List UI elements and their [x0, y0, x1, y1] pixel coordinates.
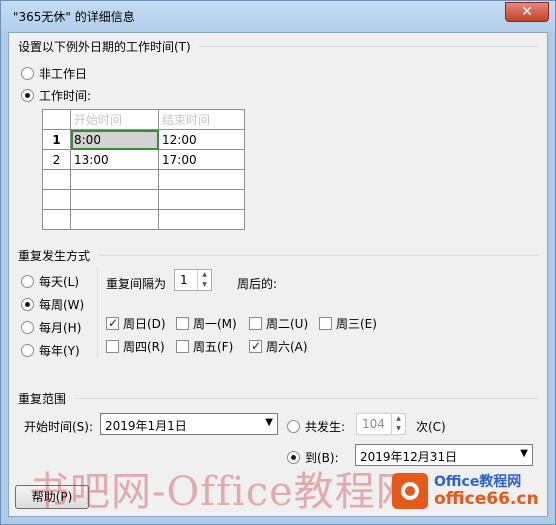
watermark-logo: Office教程网 office66.cn — [392, 473, 539, 509]
occurrences-stepper[interactable]: 104 ▲ ▼ — [356, 413, 406, 435]
radio-occurrences[interactable]: 共发生: — [287, 418, 345, 435]
end-time-cell[interactable]: 17:00 — [158, 149, 245, 170]
radio-yearly-label: 每年(Y) — [39, 344, 80, 358]
radio-indicator — [21, 298, 34, 311]
radio-nonworking-label: 非工作日 — [39, 67, 88, 81]
checkbox-sunday-label: 周日(D) — [123, 317, 166, 331]
start-date-label: 开始时间(S): — [24, 420, 94, 434]
row-number[interactable]: 1 — [42, 129, 71, 150]
radio-indicator — [21, 344, 34, 357]
recurrence-heading: 重复发生方式 — [18, 249, 91, 263]
end-time-cell[interactable]: 12:00 — [158, 129, 245, 150]
end-time-cell[interactable] — [158, 189, 245, 210]
table-row: 1 8:00 12:00 — [42, 129, 245, 150]
checkbox-saturday[interactable]: 周六(A) — [249, 338, 308, 355]
radio-weekly-label: 每周(W) — [39, 298, 85, 312]
table-corner — [42, 109, 71, 130]
radio-indicator — [21, 321, 34, 334]
table-row — [42, 169, 245, 190]
row-number[interactable] — [42, 189, 71, 210]
start-time-cell[interactable] — [70, 189, 159, 210]
dropdown-arrow-icon[interactable]: ▼ — [265, 417, 273, 428]
checkbox-saturday-label: 周六(A) — [266, 340, 308, 354]
spin-arrows-icon[interactable]: ▲ ▼ — [391, 414, 405, 434]
radio-monthly[interactable]: 每月(H) — [21, 319, 81, 336]
close-button[interactable]: ✕ — [505, 2, 549, 22]
radio-occurrences-label: 共发生: — [305, 420, 346, 434]
row-number[interactable] — [42, 169, 71, 190]
checkbox-monday-label: 周一(M) — [193, 317, 237, 331]
radio-indicator — [21, 89, 34, 102]
checkbox-box — [319, 317, 332, 330]
checkbox-monday[interactable]: 周一(M) — [176, 315, 237, 332]
title-bar: "365无休" 的详细信息 ✕ — [1, 1, 555, 32]
interval-suffix: 周后的: — [237, 277, 278, 291]
section-divider — [97, 267, 98, 359]
radio-yearly[interactable]: 每年(Y) — [21, 342, 80, 359]
logo-line-1: Office教程网 — [434, 474, 522, 490]
radio-indicator — [21, 67, 34, 80]
checkbox-box — [106, 340, 119, 353]
start-time-cell[interactable]: 8:00 — [70, 129, 159, 150]
spin-arrows-icon[interactable]: ▲ ▼ — [197, 270, 211, 290]
table-row — [42, 189, 245, 210]
occurrences-suffix: 次(C) — [416, 420, 446, 434]
start-time-cell[interactable] — [70, 169, 159, 190]
checkbox-tuesday[interactable]: 周二(U) — [249, 315, 308, 332]
radio-working-label: 工作时间: — [39, 89, 92, 103]
checkbox-box — [176, 340, 189, 353]
dialog-body: 设置以下例外日期的工作时间(T) 非工作日 工作时间: 开始时间 结束时间 1 … — [8, 32, 548, 517]
occurrences-value: 104 — [362, 417, 385, 431]
office-logo-icon — [392, 473, 428, 509]
interval-label: 重复间隔为 — [106, 277, 167, 291]
exception-heading: 设置以下例外日期的工作时间(T) — [18, 40, 191, 54]
radio-monthly-label: 每月(H) — [39, 321, 82, 335]
checkbox-box — [106, 316, 119, 330]
checkbox-tuesday-label: 周二(U) — [266, 317, 309, 331]
checkbox-box — [249, 339, 262, 353]
column-header-start: 开始时间 — [70, 109, 159, 130]
radio-indicator — [21, 275, 34, 288]
range-heading: 重复范围 — [18, 392, 67, 406]
table-header-row: 开始时间 结束时间 — [42, 109, 245, 130]
dropdown-arrow-icon[interactable]: ▼ — [520, 448, 528, 459]
checkbox-box — [176, 317, 189, 330]
start-time-cell[interactable] — [70, 209, 159, 230]
table-row — [42, 209, 245, 230]
radio-daily-label: 每天(L) — [39, 275, 80, 289]
checkbox-wednesday[interactable]: 周三(E) — [319, 315, 377, 332]
start-date-picker[interactable]: 2019年1月1日 ▼ — [100, 413, 278, 435]
section-divider — [199, 46, 539, 47]
checkbox-box — [249, 317, 262, 330]
checkbox-wednesday-label: 周三(E) — [336, 317, 377, 331]
end-time-cell[interactable] — [158, 209, 245, 230]
dialog-window: "365无休" 的详细信息 ✕ 设置以下例外日期的工作时间(T) 非工作日 工作… — [0, 0, 556, 525]
checkbox-sunday[interactable]: 周日(D) — [106, 315, 166, 332]
section-divider — [75, 398, 539, 399]
watermark-text: 书吧网-Office教程网 — [29, 469, 417, 515]
radio-working-time[interactable]: 工作时间: — [21, 87, 91, 104]
radio-indicator — [287, 420, 300, 433]
column-header-end: 结束时间 — [158, 109, 245, 130]
working-hours-table: 开始时间 结束时间 1 8:00 12:00 2 13:00 17:00 — [42, 109, 245, 230]
checkbox-friday-label: 周五(F) — [193, 340, 234, 354]
radio-nonworking-day[interactable]: 非工作日 — [21, 65, 87, 82]
checkbox-friday[interactable]: 周五(F) — [176, 338, 233, 355]
row-number[interactable] — [42, 209, 71, 230]
end-time-cell[interactable] — [158, 169, 245, 190]
start-date-value: 2019年1月1日 — [105, 419, 187, 433]
radio-weekly[interactable]: 每周(W) — [21, 296, 84, 313]
row-number[interactable]: 2 — [42, 149, 71, 170]
logo-line-2: office66.cn — [434, 489, 539, 509]
table-row: 2 13:00 17:00 — [42, 149, 245, 170]
radio-daily[interactable]: 每天(L) — [21, 273, 79, 290]
section-divider — [99, 255, 539, 256]
interval-value: 1 — [180, 273, 188, 287]
interval-stepper[interactable]: 1 ▲ ▼ — [174, 269, 212, 291]
checkbox-thursday[interactable]: 周四(R) — [106, 338, 165, 355]
start-time-cell[interactable]: 13:00 — [70, 149, 159, 170]
checkbox-thursday-label: 周四(R) — [123, 340, 165, 354]
window-title: "365无休" 的详细信息 — [13, 10, 135, 24]
